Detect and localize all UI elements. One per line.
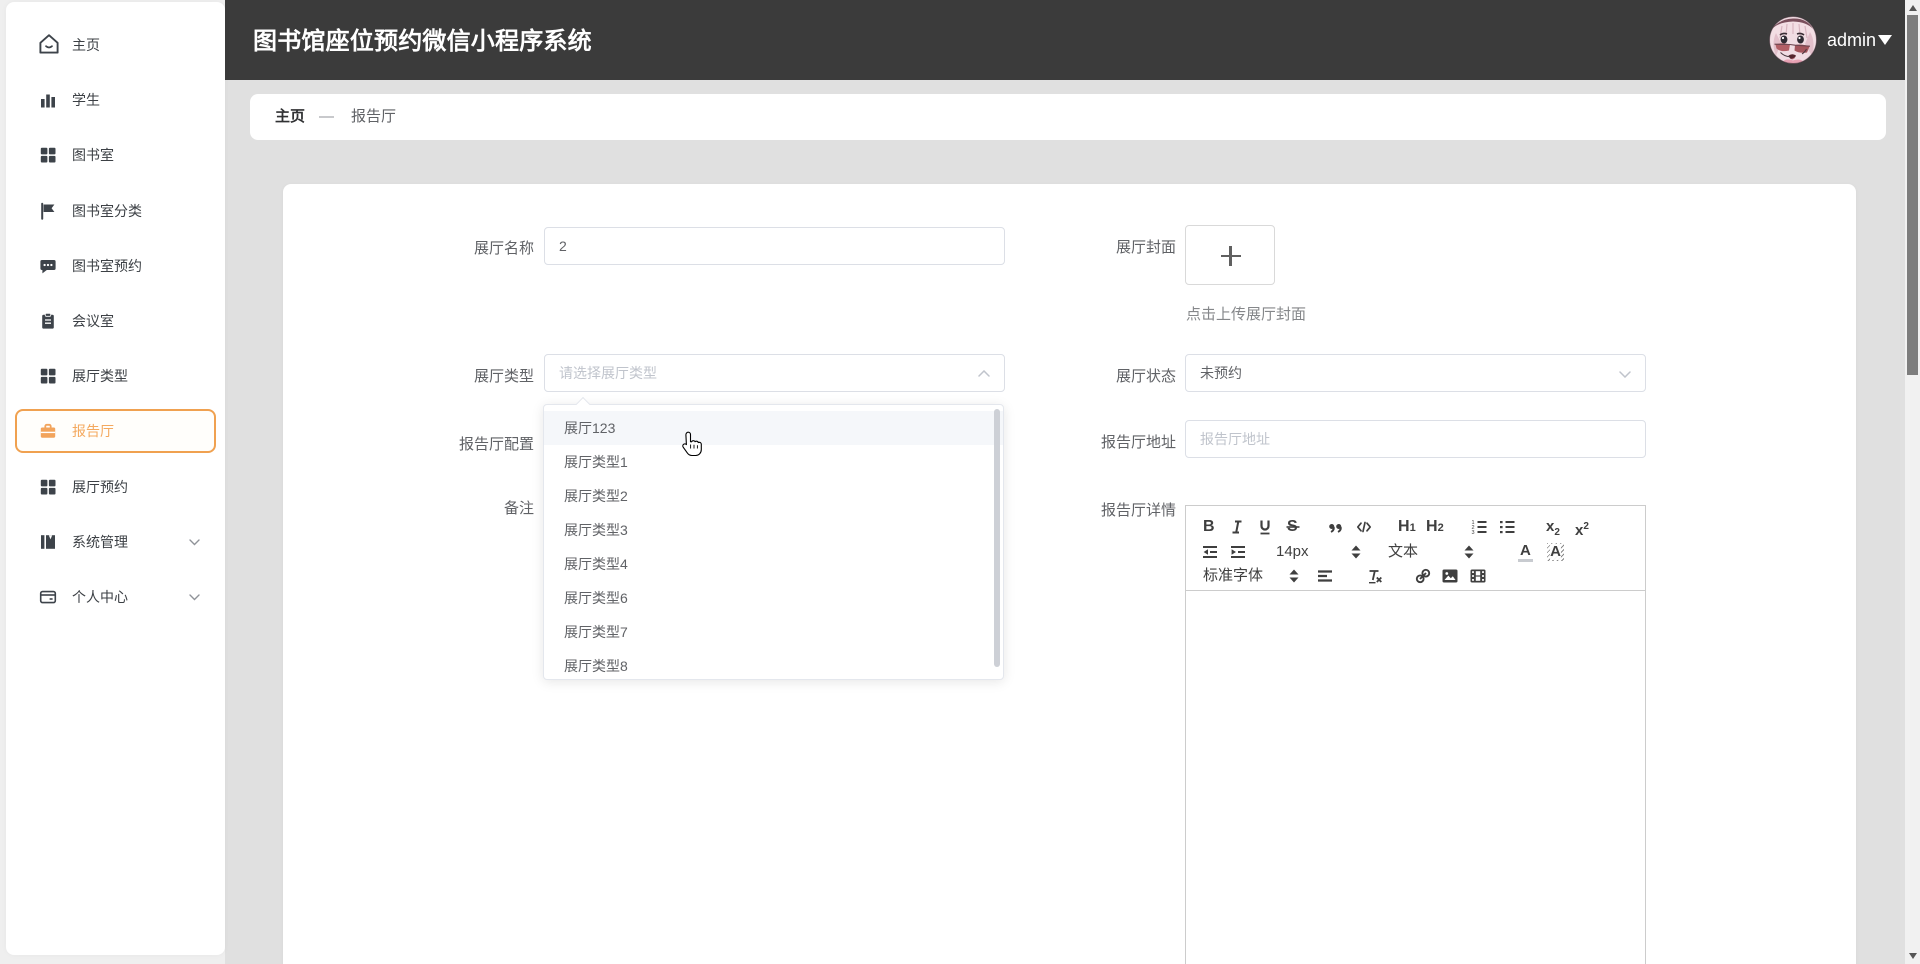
svg-text:3: 3 xyxy=(1472,530,1475,536)
